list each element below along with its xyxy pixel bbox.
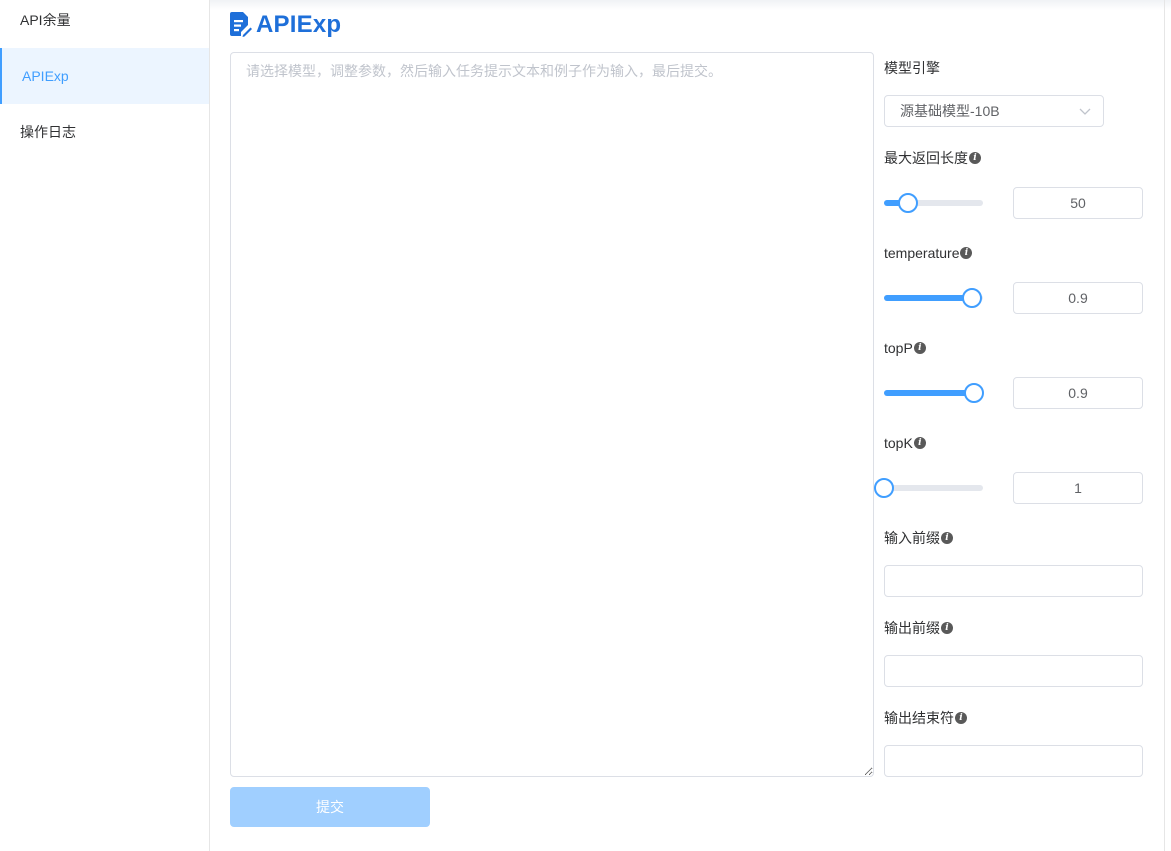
max-length-label: 最大返回长度 i [884,148,981,168]
max-length-label-text: 最大返回长度 [884,150,968,166]
output-prefix-field[interactable] [884,655,1143,687]
temperature-label-text: temperature [884,245,960,261]
topk-input[interactable] [1013,472,1143,504]
page-header: APIExp [230,10,341,40]
max-length-slider[interactable] [884,193,983,213]
topp-slider[interactable] [884,383,985,403]
topp-label-text: topP [884,340,913,356]
sidebar-item-api-quota[interactable]: API余量 [0,0,209,48]
info-icon[interactable]: i [960,247,973,259]
info-icon[interactable]: i [913,437,926,449]
topk-slider[interactable] [874,478,983,498]
info-icon[interactable]: i [941,622,953,634]
topp-input[interactable] [1013,377,1143,409]
page-divider [1164,0,1165,851]
max-length-input[interactable] [1013,187,1143,219]
slider-handle[interactable] [897,193,918,213]
topk-label-text: topK [884,435,913,451]
topp-label: topP i [884,338,926,358]
info-icon[interactable]: i [969,152,981,164]
slider-fill [884,295,973,301]
sidebar: API余量 APIExp 操作日志 [0,0,210,851]
slider-fill [884,390,975,396]
submit-button[interactable]: 提交 [230,787,430,827]
temperature-slider[interactable] [884,288,983,308]
engine-label-text: 模型引擎 [884,60,940,76]
sidebar-item-label: 操作日志 [20,124,76,140]
topk-label: topK i [884,433,926,453]
info-icon[interactable]: i [913,342,926,354]
slider-handle[interactable] [874,478,894,498]
output-prefix-label-text: 输出前缀 [884,620,940,636]
output-prefix-label: 输出前缀 i [884,618,953,638]
temperature-label: temperature i [884,243,973,263]
sidebar-item-operation-log[interactable]: 操作日志 [0,104,209,160]
input-prefix-label-text: 输入前缀 [884,530,940,546]
info-icon[interactable]: i [941,532,953,544]
slider-handle[interactable] [964,383,985,403]
engine-select-value: 源基础模型-10B [900,103,1000,119]
sidebar-item-apiexp[interactable]: APIExp [0,48,209,104]
chevron-down-icon [1079,108,1091,115]
sidebar-item-label: APIExp [22,68,69,84]
output-end-field[interactable] [884,745,1143,777]
sidebar-item-label: API余量 [20,12,71,28]
info-icon[interactable]: i [955,712,967,724]
app-layout: API余量 APIExp 操作日志 APIExp 提交 模型引擎 源基础模型-1… [0,0,1171,851]
engine-select[interactable]: 源基础模型-10B [884,95,1104,127]
prompt-input[interactable] [230,52,874,777]
output-end-label: 输出结束符 i [884,708,967,728]
input-prefix-label: 输入前缀 i [884,528,953,548]
slider-handle[interactable] [962,288,983,308]
input-prefix-field[interactable] [884,565,1143,597]
top-shadow [210,0,1171,10]
document-edit-icon [230,12,252,37]
output-end-label-text: 输出结束符 [884,710,954,726]
engine-label: 模型引擎 [884,58,940,78]
page-title: APIExp [256,11,342,38]
temperature-input[interactable] [1013,282,1143,314]
